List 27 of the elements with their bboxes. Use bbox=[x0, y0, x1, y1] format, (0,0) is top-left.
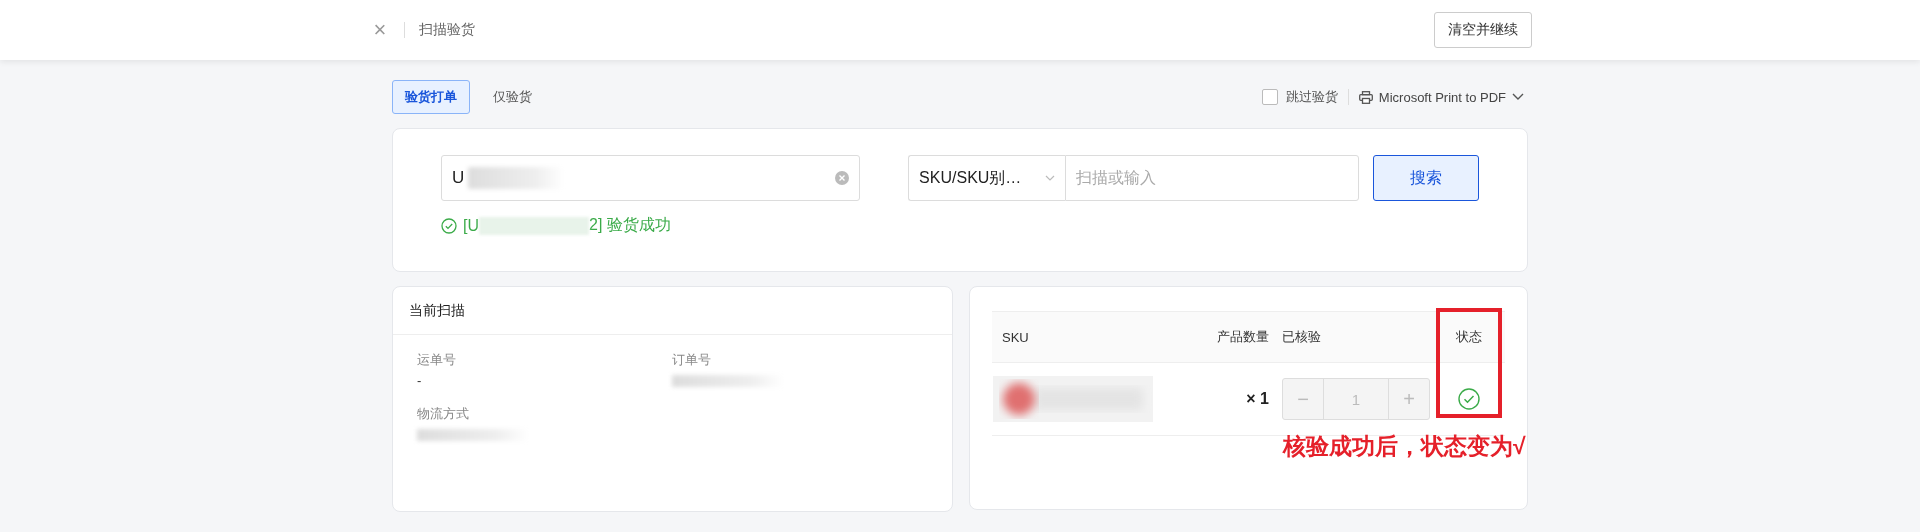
tab[interactable]: 仅验货 bbox=[480, 80, 545, 114]
column-header: SKU bbox=[992, 311, 1158, 363]
printer-select[interactable]: Microsoft Print to PDF bbox=[1378, 89, 1506, 105]
chevron-down-icon[interactable] bbox=[1512, 93, 1524, 101]
column-header: 已核验 bbox=[1281, 311, 1433, 363]
column-header: 产品数量 bbox=[1158, 311, 1281, 363]
field-label: 运单号 bbox=[417, 351, 457, 369]
success-message: [U 2] 验货成功 bbox=[463, 215, 671, 236]
check-circle-icon bbox=[441, 217, 457, 234]
panel-title: 当前扫描 bbox=[409, 301, 465, 320]
sku-type-select[interactable]: SKU/SKU别… bbox=[908, 155, 1065, 201]
clear-icon[interactable] bbox=[835, 171, 850, 185]
annotation-text: 核验成功后，状态变为√ bbox=[1283, 432, 1526, 461]
clear-continue-button[interactable]: 清空并继续 bbox=[1434, 12, 1532, 48]
field-label: 物流方式 bbox=[417, 405, 470, 423]
checkbox[interactable] bbox=[1261, 89, 1278, 105]
chevron-down-icon bbox=[1044, 175, 1055, 181]
field-value: - bbox=[417, 373, 423, 389]
tab[interactable]: 验货打单 bbox=[392, 80, 470, 114]
quantity-cell: × 1 bbox=[1158, 362, 1281, 436]
order-input-field[interactable]: U bbox=[441, 155, 861, 201]
printer-icon bbox=[1358, 90, 1373, 104]
field-label: 订单号 bbox=[672, 351, 712, 369]
scan-input-field[interactable]: 扫描或输入 bbox=[1064, 155, 1360, 201]
checkbox-label: 跳过验货 bbox=[1285, 88, 1338, 106]
page-title: 扫描验货 bbox=[419, 21, 476, 39]
search-button[interactable]: 搜索 bbox=[1373, 155, 1479, 201]
